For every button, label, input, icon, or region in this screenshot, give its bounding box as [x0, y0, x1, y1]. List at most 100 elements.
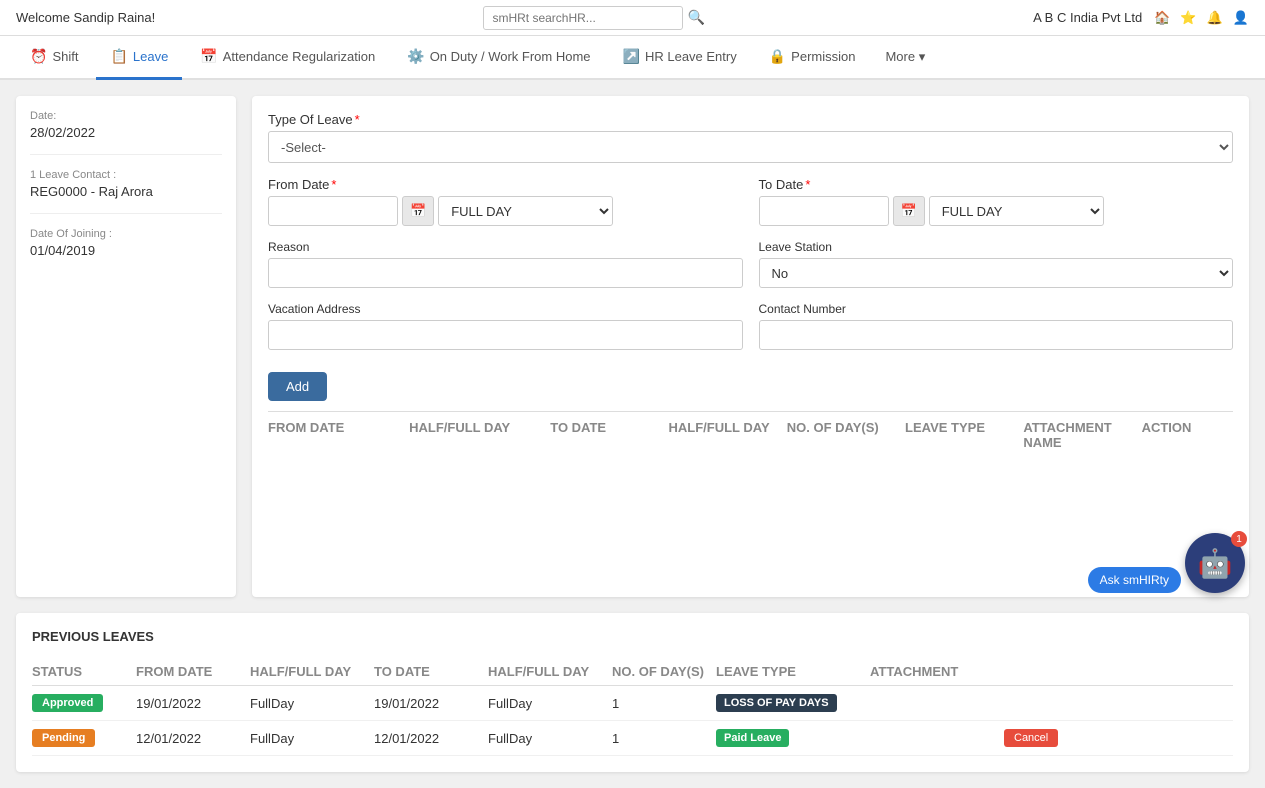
vacation-row: Vacation Address Contact Number — [268, 302, 1233, 350]
main-content: Date: 28/02/2022 1 Leave Contact : REG00… — [0, 80, 1265, 613]
prev-th-attachment: ATTACHMENT — [870, 664, 1000, 679]
date-value: 28/02/2022 — [30, 125, 222, 140]
date-block: Date: 28/02/2022 — [30, 110, 222, 155]
row2-half-full-to: FullDay — [488, 731, 608, 746]
permission-icon: 🔒 — [769, 48, 786, 65]
row2-half-full-from: FullDay — [250, 731, 370, 746]
table-row: Pending 12/01/2022 FullDay 12/01/2022 Fu… — [32, 721, 1233, 756]
nav-hrleave-label: HR Leave Entry — [645, 49, 737, 64]
nav-item-permission[interactable]: 🔒 Permission — [755, 36, 870, 80]
row2-to-date: 12/01/2022 — [374, 731, 484, 746]
row1-half-full-to: FullDay — [488, 696, 608, 711]
nav-more[interactable]: More ▾ — [877, 37, 933, 77]
vacation-address-input[interactable] — [268, 320, 743, 350]
th-from-date: FROM DATE — [268, 420, 405, 450]
th-action: ACTION — [1142, 420, 1233, 450]
paid-leave-badge: Paid Leave — [716, 729, 789, 747]
to-date-calendar-icon[interactable]: 📅 — [893, 196, 925, 226]
prev-th-half-full-to: HALF/FULL DAY — [488, 664, 608, 679]
add-button[interactable]: Add — [268, 372, 327, 401]
topbar: Welcome Sandip Raina! 🔍 A B C India Pvt … — [0, 0, 1265, 36]
loss-of-pay-badge: LOSS OF PAY DAYS — [716, 694, 837, 712]
row2-action: Cancel — [1004, 729, 1084, 747]
from-date-group: From Date* 📅 FULL DAY HALF DAY - MORNING… — [268, 177, 743, 226]
star-icon[interactable]: ⭐ — [1180, 10, 1196, 26]
from-date-input-group: 📅 FULL DAY HALF DAY - MORNING HALF DAY -… — [268, 196, 743, 226]
type-of-leave-label: Type Of Leave* — [268, 112, 1233, 127]
nav-shift-label: Shift — [52, 49, 78, 64]
navbar: ⏰ Shift 📋 Leave 📅 Attendance Regularizat… — [0, 36, 1265, 80]
leave-contact-value: REG0000 - Raj Arora — [30, 184, 222, 199]
th-leave-type: LEAVE TYPE — [905, 420, 1019, 450]
status-badge: Pending — [32, 729, 132, 747]
row1-half-full-from: FullDay — [250, 696, 370, 711]
from-date-label: From Date* — [268, 177, 743, 192]
leave-icon: 📋 — [110, 48, 127, 65]
contact-number-input[interactable] — [759, 320, 1234, 350]
from-date-fullday-select[interactable]: FULL DAY HALF DAY - MORNING HALF DAY - E… — [438, 196, 613, 226]
search-button[interactable]: 🔍 — [687, 9, 704, 26]
leave-station-select[interactable]: No Yes — [759, 258, 1234, 288]
prev-th-from-date: FROM DATE — [136, 664, 246, 679]
joining-value: 01/04/2019 — [30, 243, 222, 258]
prev-th-half-full-from: HALF/FULL DAY — [250, 664, 370, 679]
date-label: Date: — [30, 110, 222, 122]
chat-widget[interactable]: 🤖 1 — [1185, 533, 1245, 593]
nav-item-hrleave[interactable]: ↗️ HR Leave Entry — [609, 36, 751, 80]
row2-leave-type: Paid Leave — [716, 729, 866, 747]
from-date-calendar-icon[interactable]: 📅 — [402, 196, 434, 226]
nav-permission-label: Permission — [791, 49, 855, 64]
type-of-leave-group: Type Of Leave* -Select- — [268, 112, 1233, 163]
reason-label: Reason — [268, 240, 743, 254]
reason-input[interactable] — [268, 258, 743, 288]
shift-icon: ⏰ — [30, 48, 47, 65]
nav-leave-label: Leave — [133, 49, 168, 64]
topbar-icons: 🏠 ⭐ 🔔 👤 — [1154, 10, 1249, 26]
prev-th-leave-type: LEAVE TYPE — [716, 664, 866, 679]
leave-contact-block: 1 Leave Contact : REG0000 - Raj Arora — [30, 169, 222, 214]
type-of-leave-row: Type Of Leave* -Select- — [268, 112, 1233, 163]
vacation-address-label: Vacation Address — [268, 302, 743, 316]
from-date-input[interactable] — [268, 196, 398, 226]
home-icon[interactable]: 🏠 — [1154, 10, 1170, 26]
attendance-icon: 📅 — [200, 48, 217, 65]
pending-badge: Pending — [32, 729, 95, 747]
approved-badge: Approved — [32, 694, 103, 712]
nav-item-shift[interactable]: ⏰ Shift — [16, 36, 92, 80]
row2-from-date: 12/01/2022 — [136, 731, 246, 746]
nav-item-attendance[interactable]: 📅 Attendance Regularization — [186, 36, 389, 80]
bell-icon[interactable]: 🔔 — [1207, 10, 1223, 26]
reason-row: Reason Leave Station No Yes — [268, 240, 1233, 288]
nav-attendance-label: Attendance Regularization — [223, 49, 376, 64]
row1-leave-type: LOSS OF PAY DAYS — [716, 694, 866, 712]
row1-no-days: 1 — [612, 696, 712, 711]
user-icon[interactable]: 👤 — [1233, 10, 1249, 26]
to-date-input[interactable] — [759, 196, 889, 226]
row1-to-date: 19/01/2022 — [374, 696, 484, 711]
search-area: 🔍 — [483, 6, 704, 30]
th-no-days: NO. OF DAY(S) — [787, 420, 901, 450]
status-badge: Approved — [32, 694, 132, 712]
date-row: From Date* 📅 FULL DAY HALF DAY - MORNING… — [268, 177, 1233, 226]
company-name: A B C India Pvt Ltd — [1033, 10, 1142, 25]
search-input[interactable] — [483, 6, 683, 30]
ask-smhrt-button[interactable]: Ask smHIRty — [1088, 567, 1181, 593]
type-of-leave-select[interactable]: -Select- — [268, 131, 1233, 163]
leave-station-label: Leave Station — [759, 240, 1234, 254]
left-panel: Date: 28/02/2022 1 Leave Contact : REG00… — [16, 96, 236, 597]
table-row: Approved 19/01/2022 FullDay 19/01/2022 F… — [32, 686, 1233, 721]
topbar-right: A B C India Pvt Ltd 🏠 ⭐ 🔔 👤 — [1033, 10, 1249, 26]
previous-leaves-section: PREVIOUS LEAVES STATUS FROM DATE HALF/FU… — [16, 613, 1249, 772]
leave-contact-label: 1 Leave Contact : — [30, 169, 222, 181]
nav-item-onduty[interactable]: ⚙️ On Duty / Work From Home — [393, 36, 604, 80]
row1-from-date: 19/01/2022 — [136, 696, 246, 711]
to-date-fullday-select[interactable]: FULL DAY HALF DAY - MORNING HALF DAY - E… — [929, 196, 1104, 226]
nav-item-leave[interactable]: 📋 Leave — [96, 36, 182, 80]
leave-station-group: Leave Station No Yes — [759, 240, 1234, 288]
contact-number-group: Contact Number — [759, 302, 1234, 350]
nav-onduty-label: On Duty / Work From Home — [430, 49, 591, 64]
leave-table-header: FROM DATE HALF/FULL DAY TO DATE HALF/FUL… — [268, 411, 1233, 458]
welcome-text: Welcome Sandip Raina! — [16, 10, 155, 25]
cancel-button[interactable]: Cancel — [1004, 729, 1058, 747]
robot-icon: 🤖 — [1198, 547, 1233, 580]
